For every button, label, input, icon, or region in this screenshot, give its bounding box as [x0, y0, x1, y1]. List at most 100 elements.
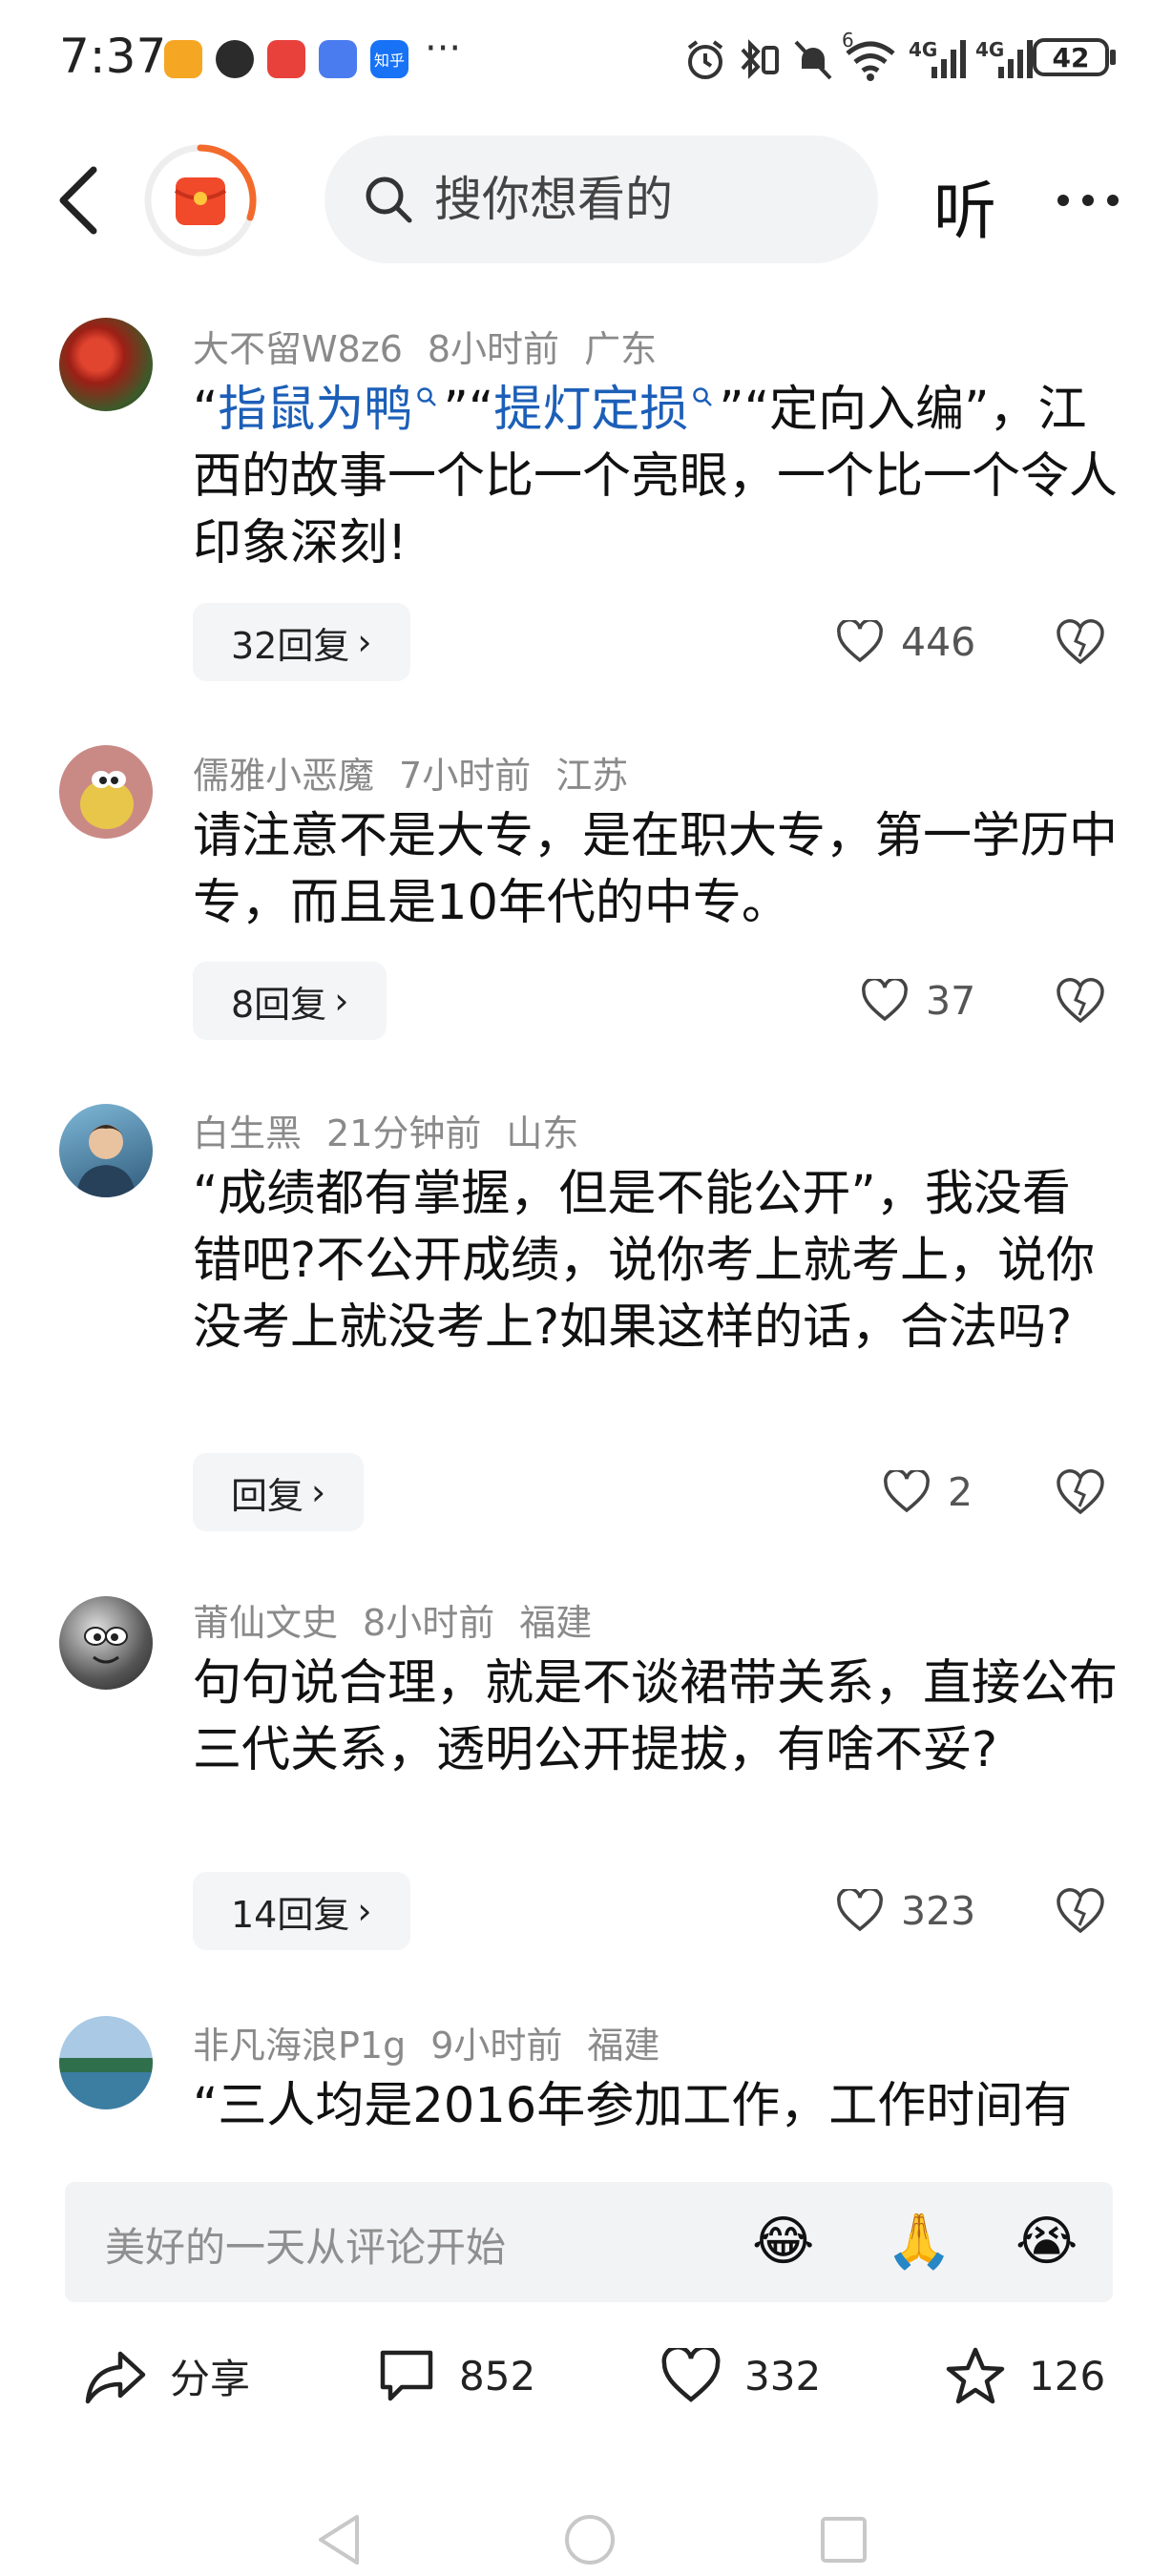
- pray-emoji-button[interactable]: 🙏: [886, 2207, 952, 2277]
- broken-heart-icon[interactable]: [1055, 616, 1106, 668]
- comment-username[interactable]: 莆仙文史: [193, 1602, 338, 1644]
- comments-button[interactable]: 852: [377, 2337, 535, 2414]
- signal-icon-1: [931, 40, 966, 78]
- comment-input[interactable]: 美好的一天从评论开始 😂 🙏 😭: [65, 2182, 1113, 2302]
- likes-count: 332: [744, 2352, 822, 2399]
- photo-icon: [216, 40, 254, 78]
- chevron-right-icon: ›: [334, 980, 349, 1022]
- comment-location: 江苏: [555, 755, 629, 797]
- nav-back-icon[interactable]: [315, 2513, 363, 2566]
- comment-time: 21分钟前: [326, 1112, 482, 1154]
- reply-count: 14回复: [231, 1893, 350, 1936]
- heart-icon: [837, 620, 883, 663]
- comment-username[interactable]: 大不留W8z6: [193, 328, 403, 370]
- broken-heart-icon[interactable]: [1055, 975, 1106, 1027]
- heart-icon: [884, 1470, 930, 1513]
- comment-time: 9小时前: [430, 2025, 563, 2067]
- avatar[interactable]: [59, 1104, 153, 1197]
- signal-icon-2: [998, 40, 1033, 78]
- reply-button[interactable]: 回复 ›: [193, 1453, 365, 1531]
- share-icon: [85, 2351, 146, 2404]
- red-envelope-logo-icon[interactable]: [143, 143, 258, 258]
- search-link-tideng[interactable]: 提灯定损: [493, 382, 719, 438]
- search-icon: [366, 177, 412, 223]
- heart-icon: [862, 979, 908, 1022]
- like-button[interactable]: 446: [836, 613, 975, 671]
- comment-username[interactable]: 非凡海浪P1g: [193, 2025, 406, 2067]
- avatar-smiley-icon: [84, 1627, 128, 1664]
- comment-username[interactable]: 儒雅小恶魔: [193, 755, 374, 797]
- system-navigation-bar: [0, 2481, 1172, 2576]
- like-count: 2: [948, 1469, 973, 1515]
- avatar[interactable]: [59, 745, 153, 839]
- comment-text: 请注意不是大专，是在职大专，第一学历中专，而且是10年代的中专。: [193, 808, 1119, 931]
- status-bar: 7:37 知乎 ··· 6 4G 4G 42: [0, 0, 1172, 114]
- zhihu-icon: 知乎: [370, 40, 408, 78]
- battery-tip: [1110, 50, 1116, 65]
- star-icon: [946, 2347, 1005, 2404]
- comment-location: 广东: [584, 328, 658, 370]
- listen-button[interactable]: 听: [933, 160, 996, 252]
- like-button[interactable]: 323: [836, 1882, 975, 1940]
- reply-button[interactable]: 32回复 ›: [193, 603, 410, 681]
- avatar-cartoon-icon: [80, 771, 134, 829]
- status-more-indicator: ···: [425, 27, 462, 71]
- like-count: 37: [926, 978, 976, 1024]
- battery-icon: 42: [1033, 38, 1109, 76]
- search-bar[interactable]: 搜你想看的: [324, 135, 878, 263]
- text-quote: ”“: [443, 382, 494, 438]
- alarm-icon: [687, 40, 723, 79]
- red-app-icon: [267, 40, 305, 78]
- reply-count: 回复: [231, 1474, 304, 1517]
- heart-icon: [661, 2348, 721, 2402]
- avatar[interactable]: [59, 1596, 153, 1690]
- like-button[interactable]: 2: [883, 1464, 973, 1521]
- favorite-button[interactable]: 126: [945, 2337, 1105, 2414]
- avatar[interactable]: [59, 2016, 153, 2109]
- bluetooth-icon: [741, 39, 779, 79]
- comment-icon: [380, 2350, 433, 2401]
- notes-icon: [164, 40, 202, 78]
- search-link-label: 提灯定损: [493, 382, 689, 438]
- broken-heart-icon[interactable]: [1055, 1466, 1106, 1518]
- wifi-label: 6: [842, 29, 854, 52]
- crying-emoji-button[interactable]: 😭: [1015, 2207, 1078, 2277]
- comment-text: “三人均是2016年参加工作，工作时间有: [193, 2078, 1073, 2134]
- search-icon: [417, 387, 437, 406]
- comment-time: 8小时前: [363, 1602, 495, 1644]
- blue-app-icon: [319, 40, 357, 78]
- comment-meta: 莆仙文史 8小时前 福建: [193, 1593, 617, 1646]
- nav-home-icon[interactable]: [563, 2513, 617, 2566]
- comment-meta: 儒雅小恶魔 7小时前 江苏: [193, 746, 653, 799]
- comment-location: 山东: [506, 1112, 579, 1154]
- chevron-right-icon: ›: [357, 621, 372, 663]
- laughing-emoji-button[interactable]: 😂: [752, 2207, 814, 2277]
- comment-time: 7小时前: [399, 755, 532, 797]
- comment-input-placeholder: 美好的一天从评论开始: [105, 2224, 507, 2271]
- like-post-button[interactable]: 332: [660, 2337, 821, 2414]
- like-button[interactable]: 37: [861, 972, 975, 1029]
- comment-meta: 非凡海浪P1g 9小时前 福建: [193, 2016, 684, 2068]
- favorites-count: 126: [1029, 2352, 1106, 2399]
- broken-heart-icon[interactable]: [1055, 1885, 1106, 1937]
- comment-text: “成绩都有掌握，但是不能公开”，我没看错吧?不公开成绩，说你考上就考上，说你没考…: [193, 1166, 1096, 1356]
- nav-recents-icon[interactable]: [819, 2515, 869, 2565]
- like-count: 446: [901, 619, 976, 665]
- share-button[interactable]: 分享: [84, 2337, 250, 2414]
- avatar[interactable]: [59, 318, 153, 411]
- search-link-zhishu[interactable]: 指鼠为鸭: [218, 382, 443, 438]
- comment-text: “指鼠为鸭 ”“提灯定损 ”“定向入编”，江西的故事一个比一个亮眼，一个比一个令人印…: [193, 377, 1119, 577]
- back-arrow-icon[interactable]: [46, 162, 113, 239]
- text-quote: “: [193, 382, 219, 438]
- reply-count: 32回复: [231, 624, 350, 667]
- reply-button[interactable]: 8回复 ›: [193, 962, 387, 1040]
- search-placeholder: 搜你想看的: [434, 172, 673, 227]
- reply-button[interactable]: 14回复 ›: [193, 1872, 410, 1950]
- heart-icon: [837, 1889, 883, 1932]
- like-count: 323: [901, 1888, 976, 1934]
- more-options-icon[interactable]: [1050, 172, 1126, 229]
- share-label: 分享: [170, 2355, 251, 2402]
- comment-location: 福建: [519, 1602, 593, 1644]
- comment-username[interactable]: 白生黑: [193, 1112, 302, 1154]
- comments-count: 852: [459, 2352, 536, 2399]
